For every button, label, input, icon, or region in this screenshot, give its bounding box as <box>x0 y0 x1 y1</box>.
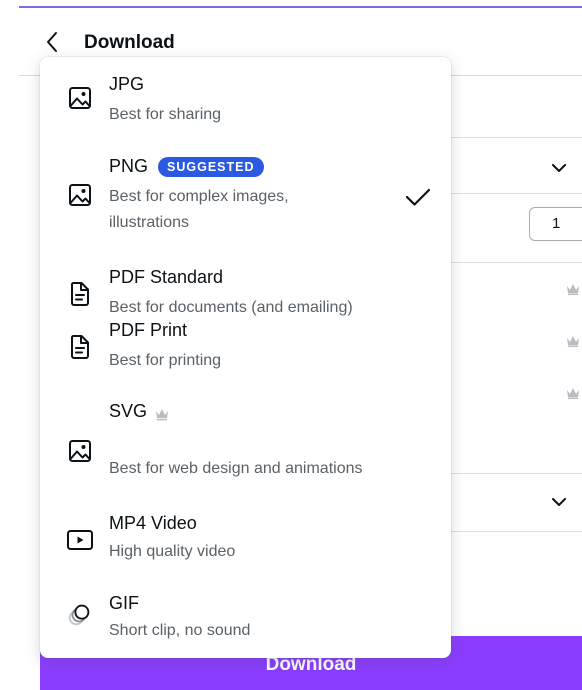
file-type-dropdown: JPG Best for sharing PNG SUGGESTED Best … <box>40 57 451 658</box>
option-title: SVG <box>109 401 148 421</box>
option-title: MP4 Video <box>109 513 197 533</box>
image-icon <box>66 437 94 465</box>
section-divider <box>445 473 582 474</box>
video-icon <box>66 526 94 554</box>
option-title: GIF <box>109 593 139 613</box>
options-chevron-down-icon[interactable] <box>548 491 570 513</box>
file-type-option-gif[interactable]: GIF Short clip, no sound <box>40 588 451 652</box>
file-type-option-mp4-video[interactable]: MP4 Video High quality video <box>40 510 451 574</box>
option-title: JPG <box>109 74 145 94</box>
gif-icon <box>66 600 94 628</box>
crown-icon <box>566 334 580 348</box>
document-icon <box>66 333 94 361</box>
section-divider <box>445 531 582 532</box>
image-icon <box>66 181 94 209</box>
crown-icon <box>155 405 169 421</box>
back-button[interactable] <box>38 30 66 58</box>
size-input[interactable]: 1 <box>529 207 582 241</box>
option-description: High quality video <box>109 543 236 560</box>
file-type-option-pdf-print[interactable]: PDF Print Best for printing <box>40 315 451 379</box>
image-icon <box>66 84 94 112</box>
option-description: Best for sharing <box>109 106 222 123</box>
section-divider <box>445 137 582 138</box>
chevron-left-icon <box>45 31 59 58</box>
option-title: PNG <box>109 156 149 176</box>
file-type-chevron-down-icon[interactable] <box>548 157 570 179</box>
option-title: PDF Standard <box>109 267 224 287</box>
document-icon <box>66 280 94 308</box>
option-title: PDF Print <box>109 320 188 340</box>
option-description: Best for printing <box>109 352 222 369</box>
option-description: Short clip, no sound <box>109 622 251 639</box>
file-type-option-svg[interactable]: SVG Best for web design and animations <box>40 397 451 477</box>
option-description-line-2: illustrations <box>109 214 190 231</box>
file-type-option-jpg[interactable]: JPG Best for sharing <box>40 69 451 133</box>
crown-icon <box>566 386 580 400</box>
page-title: Download <box>84 32 175 53</box>
crown-icon <box>566 282 580 296</box>
suggested-badge: SUGGESTED <box>158 156 264 177</box>
check-icon <box>403 182 433 212</box>
section-divider <box>445 262 582 263</box>
option-description-line-1: Best for complex images, <box>109 188 289 205</box>
option-description: Best for web design and animations <box>109 460 363 477</box>
file-type-option-png[interactable]: PNG SUGGESTED Best for complex images, i… <box>40 152 451 242</box>
section-divider <box>445 193 582 194</box>
